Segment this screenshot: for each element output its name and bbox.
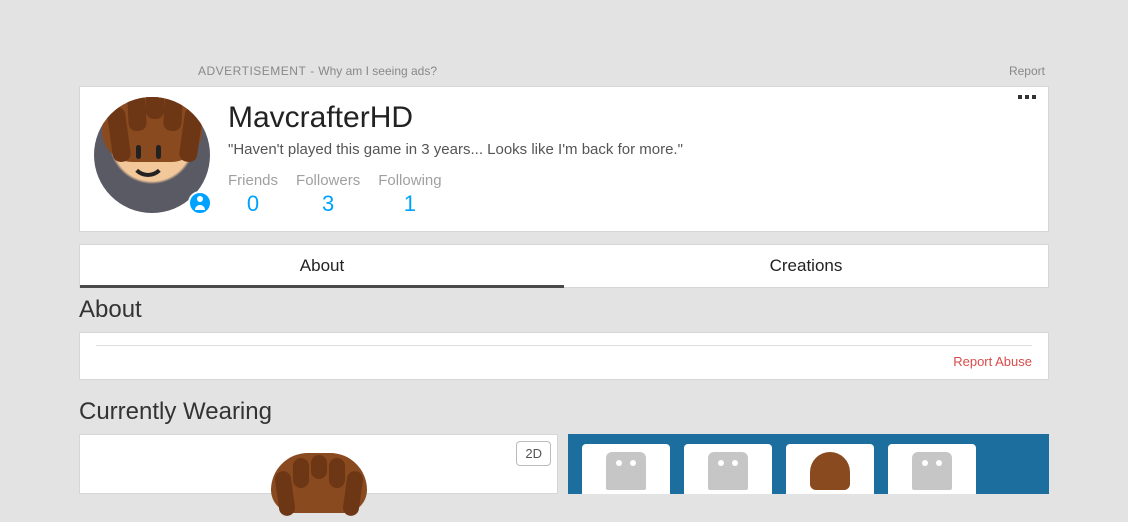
profile-header-card: MavcrafterHD "Haven't played this game i… [79,86,1049,232]
ad-header: ADVERTISEMENT - Why am I seeing ads? Rep… [79,62,1049,86]
wearing-item[interactable] [684,444,772,494]
wearing-item[interactable] [786,444,874,494]
following-label: Following [378,172,441,189]
profile-tabs: About Creations [79,244,1049,288]
friends-label: Friends [228,172,278,189]
friends-count: 0 [228,191,278,217]
following-count: 1 [378,191,441,217]
more-menu-button[interactable] [1018,95,1036,99]
view-toggle-2d[interactable]: 2D [516,441,551,466]
tab-creations[interactable]: Creations [564,245,1048,287]
followers-count: 3 [296,191,360,217]
user-status: "Haven't played this game in 3 years... … [228,141,1034,158]
friends-stat[interactable]: Friends 0 [228,172,278,217]
following-stat[interactable]: Following 1 [378,172,441,217]
username: MavcrafterHD [228,101,1034,135]
avatar[interactable] [94,97,210,213]
friend-badge-icon[interactable] [188,191,212,215]
why-ads-link[interactable]: Why am I seeing ads? [318,64,437,78]
avatar-preview-panel: 2D [79,434,558,494]
followers-label: Followers [296,172,360,189]
ad-label: ADVERTISEMENT [198,64,306,78]
wearing-item[interactable] [888,444,976,494]
wearing-items-panel [568,434,1049,494]
avatar-preview [271,453,367,513]
report-abuse-link[interactable]: Report Abuse [96,354,1032,369]
divider [96,345,1032,346]
ad-report-link[interactable]: Report [1009,64,1045,78]
about-card: Report Abuse [79,332,1049,380]
about-section-title: About [79,296,1049,324]
wearing-item[interactable] [582,444,670,494]
tab-about[interactable]: About [80,245,564,287]
wearing-section-title: Currently Wearing [79,398,1049,426]
followers-stat[interactable]: Followers 3 [296,172,360,217]
